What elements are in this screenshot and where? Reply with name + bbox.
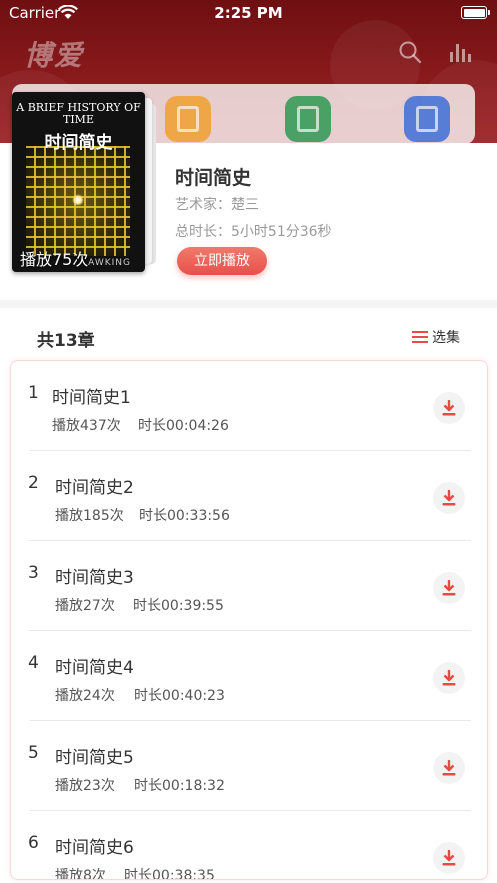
album-detail-screen: Carrier 2:25 PM 博爱 时间简史 艺术家：楚三 总时长：5小时51…	[0, 0, 497, 883]
cover-artwork-star	[72, 194, 84, 206]
play-now-button[interactable]: 立即播放	[177, 247, 267, 275]
cover-image: A BRIEF HISTORY OF TIME 时间简史 AWKING 播放75…	[12, 92, 145, 272]
chapter-row[interactable]: 2 时间简史2 播放185次 时长00:33:56	[11, 451, 487, 541]
chapter-play-count: 播放24次	[55, 688, 115, 704]
chapter-play-count: 播放27次	[55, 598, 115, 614]
chapter-title: 时间简史5	[55, 748, 134, 768]
download-button[interactable]	[433, 392, 465, 424]
chapter-duration: 时长00:33:56	[139, 508, 230, 524]
chapter-row[interactable]: 3 时间简史3 播放27次 时长00:39:55	[11, 541, 487, 631]
download-button[interactable]	[433, 662, 465, 694]
chapter-play-count: 播放8次	[55, 868, 106, 880]
chapter-number: 4	[28, 653, 39, 673]
chapter-title: 时间简史4	[55, 658, 134, 678]
download-icon	[442, 760, 456, 776]
download-icon	[442, 670, 456, 686]
chapter-duration: 时长00:04:26	[138, 418, 229, 434]
chapter-play-count: 播放185次	[55, 508, 124, 524]
chapter-row[interactable]: 5 时间简史5 播放23次 时长00:18:32	[11, 721, 487, 811]
chapter-duration: 时长00:39:55	[133, 598, 224, 614]
download-icon	[442, 400, 456, 416]
document-category-icon[interactable]	[404, 96, 450, 142]
chapter-duration: 时长00:38:35	[124, 868, 215, 880]
chapter-duration: 时长00:40:23	[134, 688, 225, 704]
app-logo: 博爱	[24, 39, 85, 72]
chapter-number: 2	[28, 473, 39, 493]
chapter-title: 时间简史3	[55, 568, 134, 588]
book-category-icon[interactable]	[165, 96, 211, 142]
download-button[interactable]	[433, 842, 465, 874]
download-button[interactable]	[433, 572, 465, 604]
search-icon[interactable]	[398, 40, 422, 64]
chapter-list: 1 时间简史1 播放437次 时长00:04:26 2 时间简史2 播放185次…	[10, 360, 488, 880]
chapter-number: 6	[28, 833, 39, 853]
download-icon	[442, 850, 456, 866]
download-icon	[442, 490, 456, 506]
ranking-chart-icon[interactable]	[448, 40, 472, 64]
cover-play-count: 播放75次	[20, 250, 89, 269]
chapter-play-count: 播放23次	[55, 778, 115, 794]
cover-title-zh: 时间简史	[44, 133, 113, 153]
album-artist: 艺术家：楚三	[175, 197, 259, 213]
download-icon	[442, 580, 456, 596]
chapter-title: 时间简史1	[52, 388, 131, 408]
chapter-row[interactable]: 4 时间简史4 播放24次 时长00:40:23	[11, 631, 487, 721]
chapter-row[interactable]: 1 时间简史1 播放437次 时长00:04:26	[11, 361, 487, 451]
select-episodes-label: 选集	[432, 330, 460, 346]
chapter-count: 共13章	[37, 331, 95, 351]
cover-author: AWKING	[88, 258, 131, 268]
chapter-number: 5	[28, 743, 39, 763]
album-duration: 总时长：5小时51分36秒	[175, 224, 332, 240]
select-episodes-button[interactable]: 选集	[412, 327, 460, 347]
chapter-duration: 时长00:18:32	[134, 778, 225, 794]
chapter-number: 3	[28, 563, 39, 583]
status-time: 2:25 PM	[214, 4, 283, 22]
download-button[interactable]	[433, 752, 465, 784]
cover-title-en: A BRIEF HISTORY OF TIME	[16, 101, 141, 126]
album-title: 时间简史	[175, 167, 252, 189]
download-button[interactable]	[433, 482, 465, 514]
chapter-title: 时间简史6	[55, 838, 134, 858]
status-bar: Carrier 2:25 PM	[0, 0, 497, 26]
battery-icon	[461, 6, 490, 19]
chapter-play-count: 播放437次	[52, 418, 121, 434]
list-icon	[412, 330, 428, 344]
chapter-title: 时间简史2	[55, 478, 134, 498]
album-cover[interactable]: A BRIEF HISTORY OF TIME 时间简史 AWKING 播放75…	[10, 90, 158, 274]
chapter-number: 1	[28, 383, 39, 403]
chapter-row[interactable]: 6 时间简史6 播放8次 时长00:38:35	[11, 811, 487, 880]
section-divider	[0, 300, 497, 308]
video-category-icon[interactable]	[285, 96, 331, 142]
